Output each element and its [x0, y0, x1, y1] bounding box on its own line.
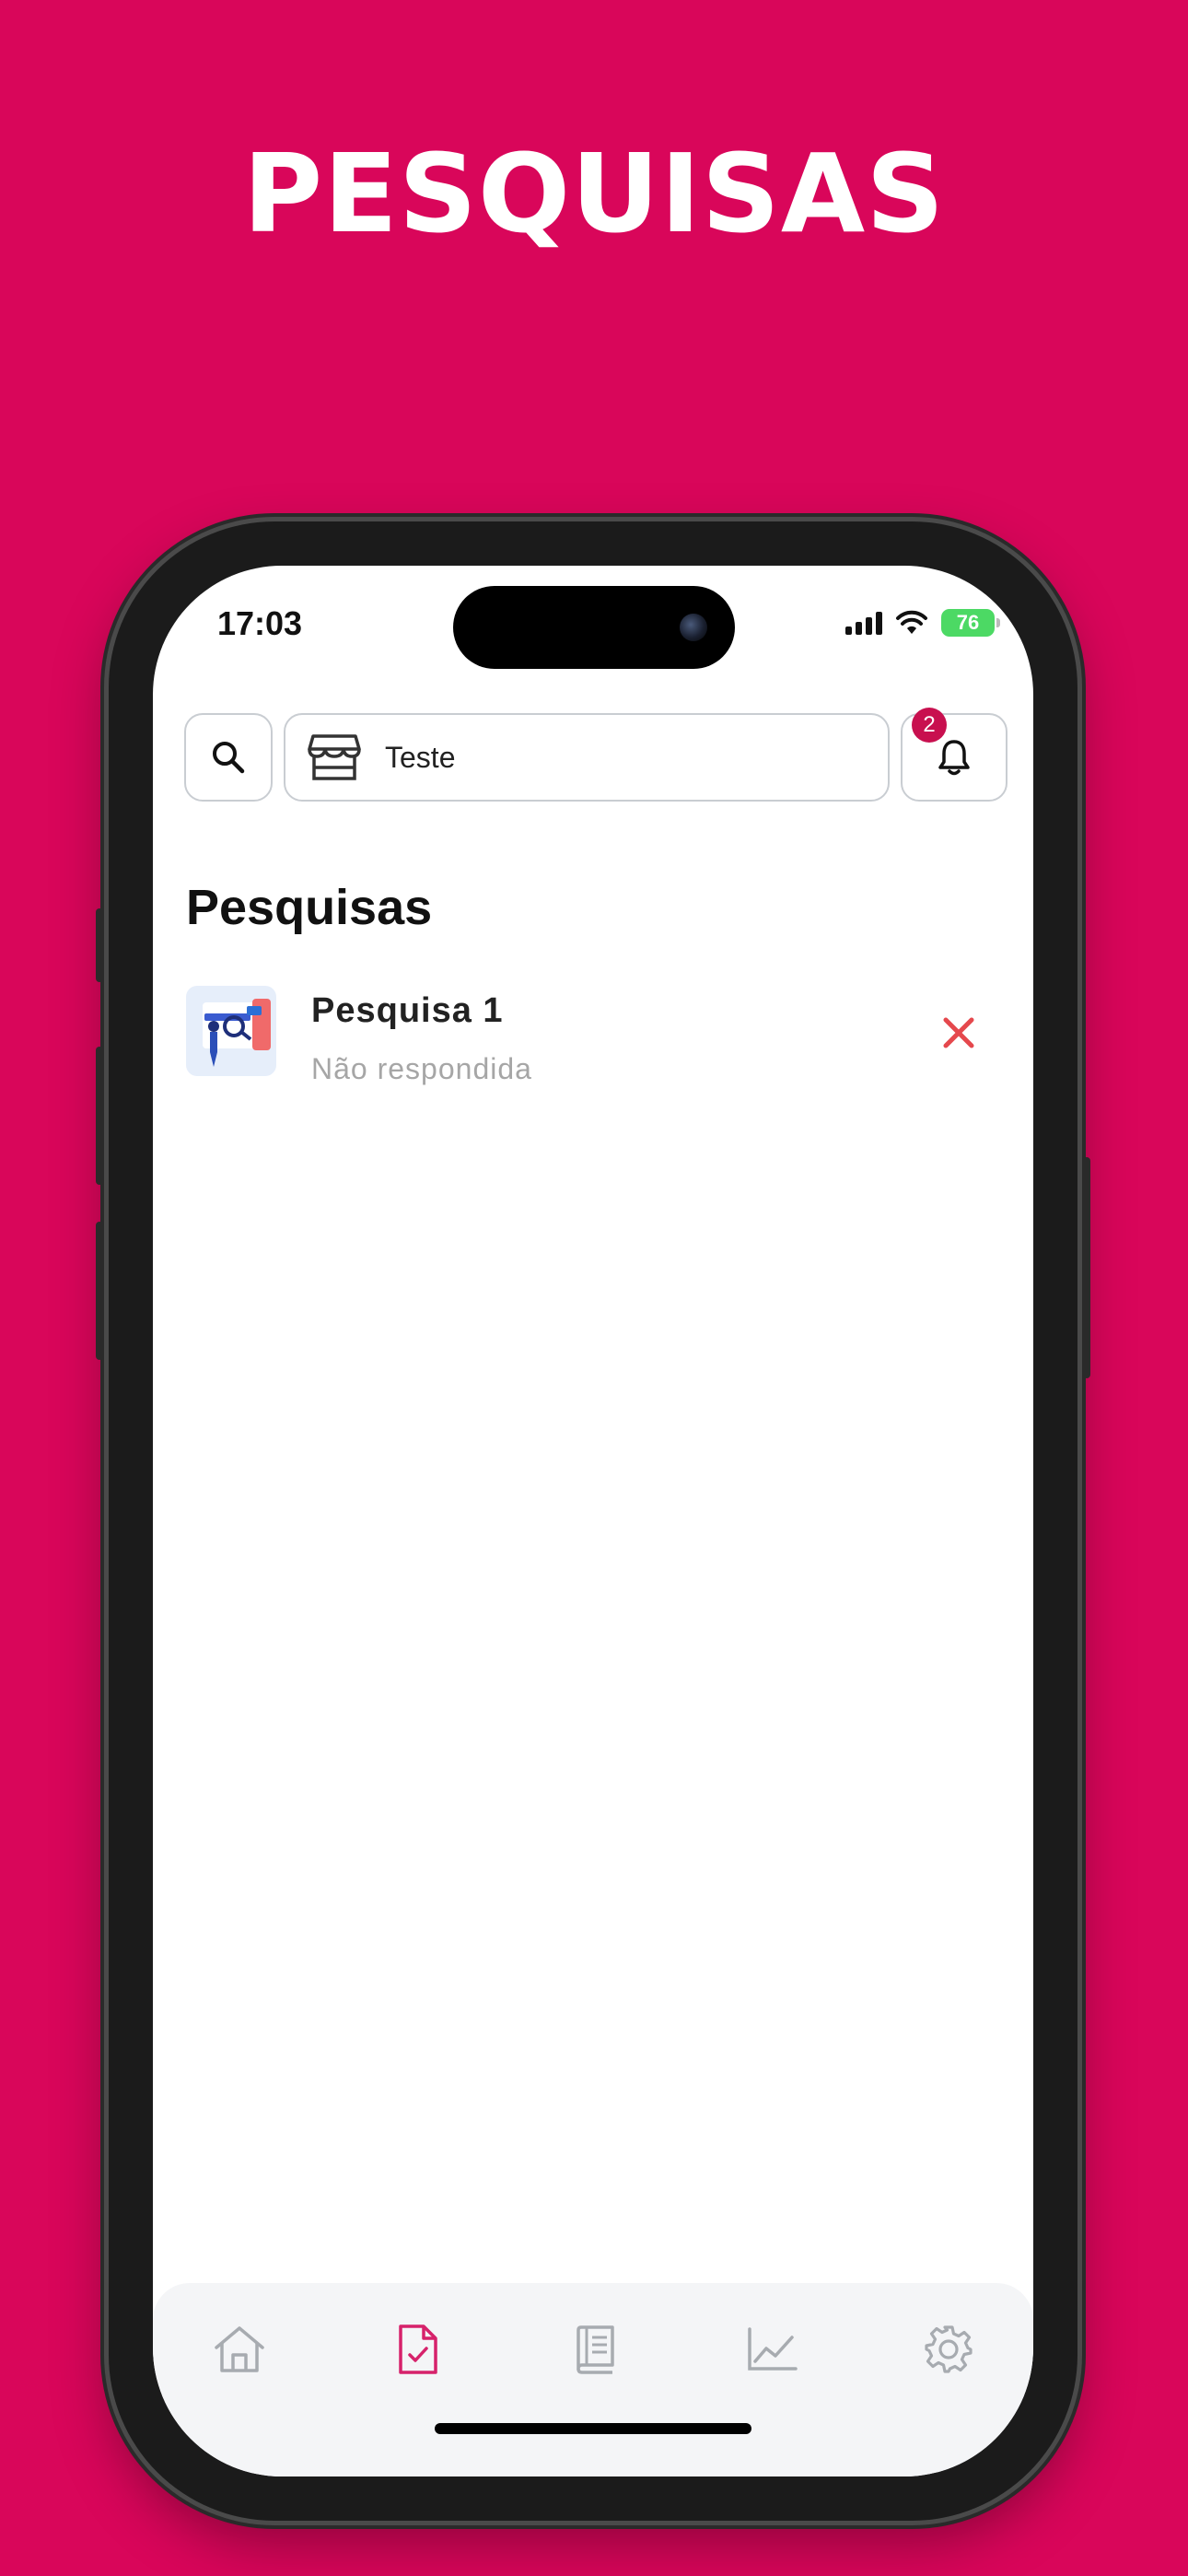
status-time: 17:03: [217, 604, 303, 642]
wifi-icon: [896, 610, 927, 634]
page-title: Pesquisas: [186, 880, 433, 935]
close-icon: [943, 1017, 974, 1048]
mute-switch: [96, 908, 103, 982]
status-indicators: 76: [845, 604, 1000, 641]
tab-settings[interactable]: [912, 2313, 985, 2386]
notification-badge: 2: [912, 708, 947, 743]
notifications-button[interactable]: 2: [901, 708, 1007, 802]
chart-line-icon: [748, 2327, 798, 2371]
battery-icon: 76: [941, 609, 1000, 637]
volume-down-button: [96, 1222, 103, 1360]
store-icon: [308, 734, 361, 780]
gear-icon: [925, 2325, 973, 2373]
remove-survey-button[interactable]: [936, 1010, 982, 1056]
store-selector[interactable]: Teste: [284, 713, 890, 802]
tab-home[interactable]: [203, 2313, 276, 2386]
book-icon: [577, 2325, 614, 2374]
dynamic-island: [453, 586, 735, 669]
battery-level: 76: [956, 611, 980, 634]
survey-list-item[interactable]: Pesquisa 1 Não respondida: [186, 986, 996, 1087]
tab-reports[interactable]: [735, 2313, 809, 2386]
survey-check-icon: [399, 2324, 437, 2374]
tab-catalog[interactable]: [558, 2313, 632, 2386]
volume-up-button: [96, 1047, 103, 1185]
banner-title: PESQUISAS: [242, 130, 946, 257]
search-button[interactable]: [184, 713, 273, 802]
tab-surveys[interactable]: [381, 2313, 455, 2386]
survey-status: Não respondida: [311, 1052, 532, 1085]
survey-name: Pesquisa 1: [311, 991, 504, 1030]
home-indicator: [435, 2423, 751, 2434]
survey-illustration: [186, 986, 276, 1076]
cell-signal-icon: [845, 611, 882, 635]
phone-screen: 17:03 76 Teste 2 Pesquisas Pesquisa 1 Nã…: [153, 566, 1033, 2476]
bell-icon: [938, 740, 970, 776]
camera-icon: [680, 614, 707, 641]
search-icon: [213, 742, 245, 774]
store-name: Teste: [385, 740, 456, 774]
bottom-tab-bar: [153, 2283, 1033, 2476]
power-button: [1083, 1157, 1090, 1378]
home-icon: [215, 2326, 264, 2372]
phone-frame: 17:03 76 Teste 2 Pesquisas Pesquisa 1 Nã…: [96, 521, 1090, 2521]
